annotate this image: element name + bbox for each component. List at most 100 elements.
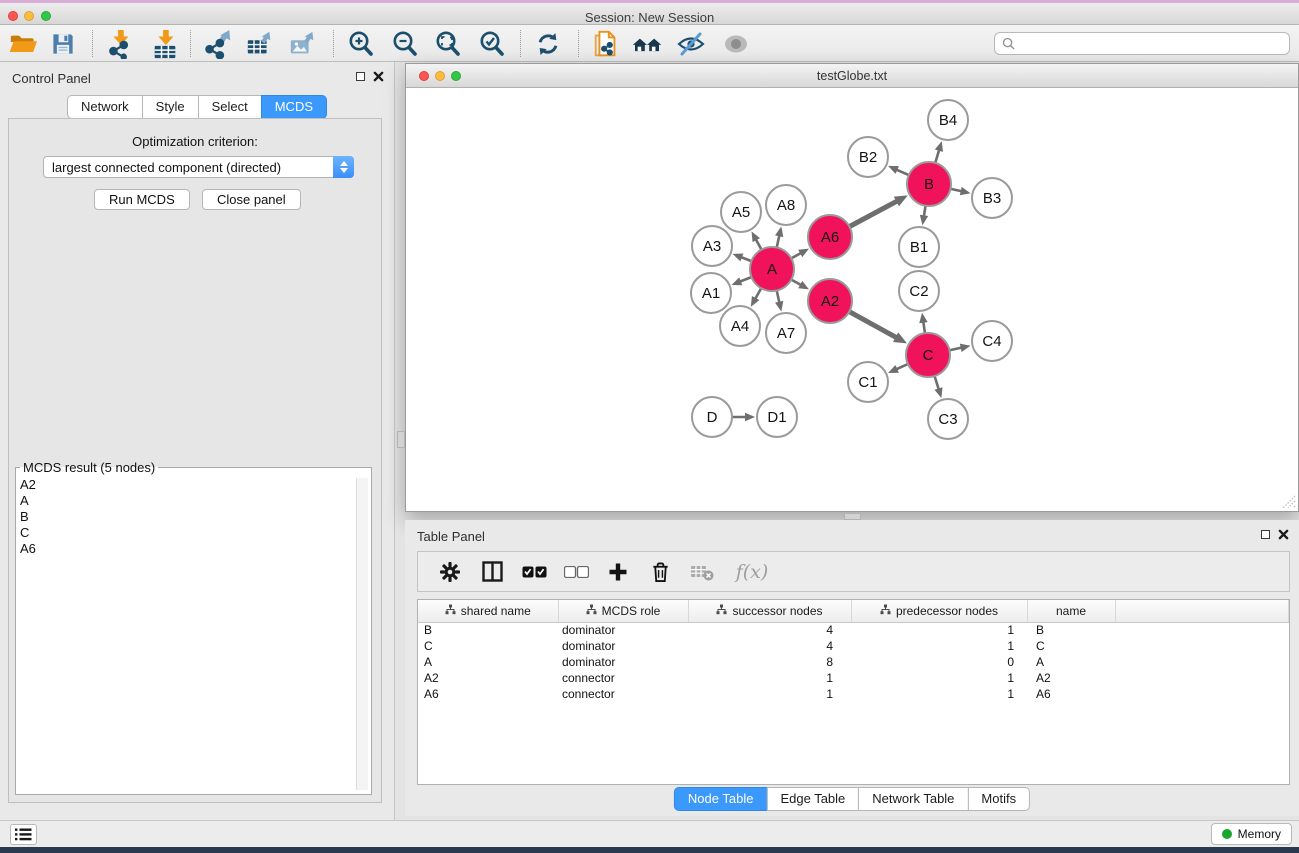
- float-panel-icon[interactable]: [356, 72, 365, 81]
- graph-node-C[interactable]: C: [906, 333, 950, 377]
- graph-node-A7[interactable]: A7: [766, 313, 806, 353]
- save-session-icon[interactable]: [46, 29, 80, 59]
- svg-text:A6: A6: [821, 229, 839, 246]
- column-header-shared-name[interactable]: shared name: [418, 600, 558, 622]
- table-tabs: Node TableEdge TableNetwork TableMotifs: [674, 787, 1030, 811]
- export-table-icon[interactable]: [243, 29, 277, 59]
- network-view-window: testGlobe.txt B4 B2 B B3 A5 A8 A6 B1 A3 A A1 C2 A2 A4…: [405, 63, 1299, 512]
- table-settings-gear-icon[interactable]: [436, 558, 464, 586]
- network-graph[interactable]: B4 B2 B B3 A5 A8 A6 B1 A3 A A1 C2 A2 A4A7 C4 C C1 C3 D D1: [406, 88, 1298, 511]
- mcds-result-list[interactable]: A2ABCA6: [20, 477, 351, 790]
- home-browser-icon[interactable]: [630, 29, 664, 59]
- close-panel-icon[interactable]: [1278, 529, 1289, 540]
- column-header-successor-nodes[interactable]: successor nodes: [688, 600, 851, 622]
- select-all-columns-icon[interactable]: [520, 558, 548, 586]
- toolbar-separator: [190, 30, 191, 57]
- memory-button[interactable]: Memory: [1211, 823, 1292, 845]
- svg-text:D: D: [707, 409, 718, 426]
- horizontal-splitter-handle[interactable]: [844, 513, 861, 520]
- zoom-in-icon[interactable]: [344, 29, 378, 59]
- float-panel-icon[interactable]: [1261, 530, 1270, 539]
- graph-node-C4[interactable]: C4: [972, 321, 1012, 361]
- close-panel-icon[interactable]: [373, 71, 384, 82]
- table-row[interactable]: Adominator80A: [418, 654, 1289, 670]
- graph-node-A6[interactable]: A6: [808, 215, 852, 259]
- graph-node-A3[interactable]: A3: [692, 226, 732, 266]
- zoom-selected-icon[interactable]: [475, 29, 509, 59]
- delete-table-icon: [688, 558, 716, 586]
- tab-style[interactable]: Style: [142, 95, 199, 119]
- create-column-plus-icon[interactable]: [604, 558, 632, 586]
- column-header-MCDS-role[interactable]: MCDS role: [558, 600, 688, 622]
- svg-text:C4: C4: [982, 333, 1001, 350]
- tab-select[interactable]: Select: [198, 95, 262, 119]
- network-from-document-icon[interactable]: [589, 29, 623, 59]
- tab-motifs[interactable]: Motifs: [967, 787, 1030, 811]
- tab-node-table[interactable]: Node Table: [674, 787, 768, 811]
- graph-node-B1[interactable]: B1: [899, 227, 939, 267]
- network-window-titlebar[interactable]: testGlobe.txt: [406, 64, 1298, 88]
- delete-column-trash-icon[interactable]: [646, 558, 674, 586]
- open-session-icon[interactable]: [6, 29, 40, 59]
- table-row[interactable]: Cdominator41C: [418, 638, 1289, 654]
- svg-text:B1: B1: [910, 239, 928, 256]
- tab-network-table[interactable]: Network Table: [858, 787, 968, 811]
- task-history-button[interactable]: [10, 824, 37, 845]
- vertical-splitter-handle[interactable]: [397, 431, 405, 448]
- mcds-result-item[interactable]: B: [20, 509, 351, 525]
- graph-node-B3[interactable]: B3: [972, 178, 1012, 218]
- svg-text:A5: A5: [732, 204, 750, 221]
- import-table-icon[interactable]: [148, 29, 182, 59]
- optimization-criterion-dropdown[interactable]: largest connected component (directed): [43, 156, 354, 178]
- mcds-result-item[interactable]: C: [20, 525, 351, 541]
- zoom-out-icon[interactable]: [388, 29, 422, 59]
- svg-text:C2: C2: [909, 283, 928, 300]
- tab-edge-table[interactable]: Edge Table: [766, 787, 859, 811]
- graph-node-B[interactable]: B: [907, 162, 951, 206]
- table-row[interactable]: A6connector11A6: [418, 686, 1289, 702]
- graph-node-C2[interactable]: C2: [899, 271, 939, 311]
- resize-grip-icon[interactable]: [1282, 495, 1296, 509]
- graph-node-C3[interactable]: C3: [928, 399, 968, 439]
- control-panel: Control Panel NetworkStyleSelectMCDS Opt…: [0, 62, 395, 820]
- table-row[interactable]: A2connector11A2: [418, 670, 1289, 686]
- graph-node-A[interactable]: A: [750, 247, 794, 291]
- mcds-result-item[interactable]: A: [20, 493, 351, 509]
- search-field[interactable]: [994, 32, 1290, 55]
- graph-node-A8[interactable]: A8: [766, 185, 806, 225]
- import-network-icon[interactable]: [103, 29, 137, 59]
- tab-mcds[interactable]: MCDS: [261, 95, 327, 119]
- column-type-icon: [445, 604, 456, 618]
- graph-node-B4[interactable]: B4: [928, 100, 968, 140]
- column-header-name[interactable]: name: [1027, 600, 1115, 622]
- column-header-predecessor-nodes[interactable]: predecessor nodes: [851, 600, 1027, 622]
- graph-node-D[interactable]: D: [692, 397, 732, 437]
- network-canvas[interactable]: B4 B2 B B3 A5 A8 A6 B1 A3 A A1 C2 A2 A4A7 C4 C C1 C3 D D1: [406, 88, 1298, 511]
- memory-status-icon: [1222, 829, 1232, 839]
- graph-node-C1[interactable]: C1: [848, 362, 888, 402]
- mcds-result-scrollbar[interactable]: [356, 478, 368, 790]
- show-column-panel-icon[interactable]: [478, 558, 506, 586]
- graph-node-A2[interactable]: A2: [808, 279, 852, 323]
- run-mcds-button[interactable]: Run MCDS: [94, 189, 190, 210]
- export-network-icon[interactable]: [201, 29, 235, 59]
- unselect-all-columns-icon[interactable]: [562, 558, 590, 586]
- graph-edge-arrowhead: [775, 301, 783, 312]
- graph-node-A4[interactable]: A4: [720, 306, 760, 346]
- zoom-fit-icon[interactable]: [431, 29, 465, 59]
- show-all-icon[interactable]: [719, 29, 753, 59]
- export-image-icon[interactable]: [286, 29, 320, 59]
- graph-node-A1[interactable]: A1: [691, 273, 731, 313]
- table-row[interactable]: Bdominator41B: [418, 622, 1289, 638]
- refresh-icon[interactable]: [531, 29, 565, 59]
- mcds-result-item[interactable]: A2: [20, 477, 351, 493]
- graph-node-B2[interactable]: B2: [848, 137, 888, 177]
- control-panel-title: Control Panel: [12, 71, 91, 86]
- hide-selection-icon[interactable]: [674, 29, 708, 59]
- tab-network[interactable]: Network: [67, 95, 143, 119]
- close-panel-button[interactable]: Close panel: [202, 189, 301, 210]
- graph-node-D1[interactable]: D1: [757, 397, 797, 437]
- graph-node-A5[interactable]: A5: [721, 192, 761, 232]
- mcds-result-item[interactable]: A6: [20, 541, 351, 557]
- search-input[interactable]: [1020, 37, 1289, 51]
